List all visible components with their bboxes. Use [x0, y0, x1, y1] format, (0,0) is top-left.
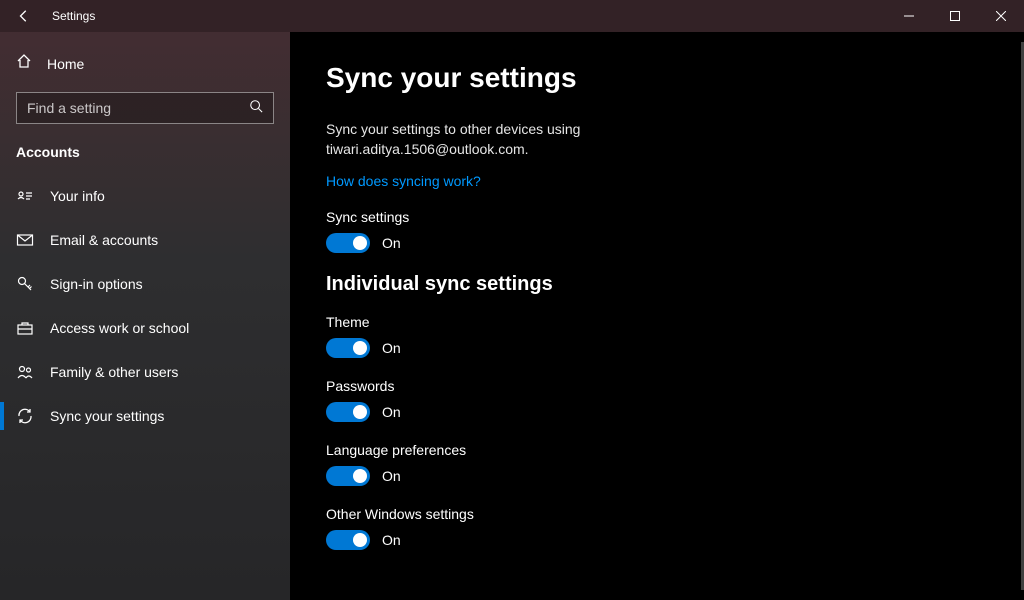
sync-settings-state: On: [382, 235, 401, 251]
sidebar-item-label: Sign-in options: [50, 276, 143, 292]
sync-settings-label: Sync settings: [326, 209, 988, 225]
passwords-setting: Passwords On: [326, 378, 988, 422]
how-syncing-works-link[interactable]: How does syncing work?: [326, 173, 481, 189]
sync-settings-toggle[interactable]: [326, 233, 370, 253]
other-windows-label: Other Windows settings: [326, 506, 988, 522]
home-label: Home: [47, 56, 84, 72]
person-card-icon: [16, 187, 34, 205]
key-icon: [16, 275, 34, 293]
home-icon: [16, 53, 32, 74]
language-pref-label: Language preferences: [326, 442, 988, 458]
window-title: Settings: [52, 9, 95, 23]
individual-sync-heading: Individual sync settings: [326, 273, 988, 296]
sidebar-item-email-accounts[interactable]: Email & accounts: [0, 218, 290, 262]
theme-label: Theme: [326, 314, 988, 330]
search-icon: [249, 99, 263, 118]
sidebar-item-signin-options[interactable]: Sign-in options: [0, 262, 290, 306]
other-windows-setting: Other Windows settings On: [326, 506, 988, 550]
sync-icon: [16, 407, 34, 425]
arrow-left-icon: [17, 9, 31, 23]
mail-icon: [16, 231, 34, 249]
passwords-toggle[interactable]: [326, 402, 370, 422]
close-icon: [996, 11, 1006, 21]
sidebar-item-label: Your info: [50, 188, 105, 204]
titlebar: Settings: [0, 0, 1024, 32]
other-windows-toggle[interactable]: [326, 530, 370, 550]
sidebar-item-your-info[interactable]: Your info: [0, 174, 290, 218]
close-button[interactable]: [978, 0, 1024, 32]
sidebar-item-label: Family & other users: [50, 364, 178, 380]
sidebar-item-label: Email & accounts: [50, 232, 158, 248]
back-button[interactable]: [16, 8, 32, 24]
briefcase-icon: [16, 319, 34, 337]
search-box[interactable]: [16, 92, 274, 124]
main-content: Sync your settings Sync your settings to…: [290, 32, 1024, 600]
search-input[interactable]: [27, 100, 249, 116]
language-pref-toggle[interactable]: [326, 466, 370, 486]
language-pref-state: On: [382, 468, 401, 484]
maximize-icon: [950, 11, 960, 21]
passwords-state: On: [382, 404, 401, 420]
theme-state: On: [382, 340, 401, 356]
home-nav[interactable]: Home: [0, 45, 290, 82]
sidebar-item-sync-settings[interactable]: Sync your settings: [0, 394, 290, 438]
sidebar: Home Accounts Your info Email: [0, 32, 290, 600]
sidebar-item-label: Access work or school: [50, 320, 189, 336]
minimize-icon: [904, 11, 914, 21]
sidebar-item-access-work-school[interactable]: Access work or school: [0, 306, 290, 350]
theme-setting: Theme On: [326, 314, 988, 358]
maximize-button[interactable]: [932, 0, 978, 32]
window-controls: [886, 0, 1024, 32]
people-icon: [16, 363, 34, 381]
other-windows-state: On: [382, 532, 401, 548]
theme-toggle[interactable]: [326, 338, 370, 358]
sidebar-item-family-users[interactable]: Family & other users: [0, 350, 290, 394]
minimize-button[interactable]: [886, 0, 932, 32]
page-title: Sync your settings: [326, 62, 988, 94]
sidebar-item-label: Sync your settings: [50, 408, 164, 424]
language-pref-setting: Language preferences On: [326, 442, 988, 486]
sync-description: Sync your settings to other devices usin…: [326, 120, 726, 159]
sidebar-section-title: Accounts: [0, 138, 290, 174]
sync-settings-setting: Sync settings On: [326, 209, 988, 253]
sidebar-nav: Your info Email & accounts Sign-in optio…: [0, 174, 290, 438]
passwords-label: Passwords: [326, 378, 988, 394]
